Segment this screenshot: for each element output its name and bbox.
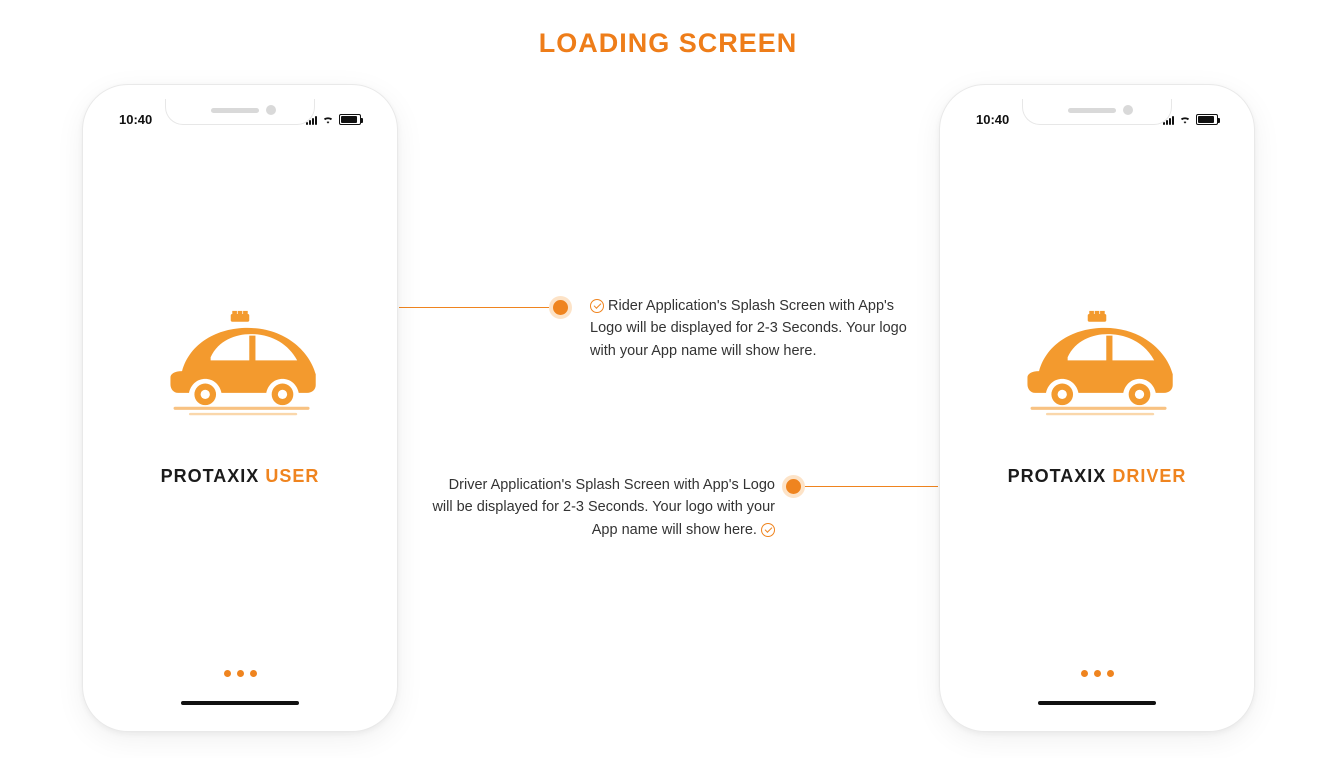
brand-user: PROTAXIX USER bbox=[161, 466, 320, 487]
callout-driver-text: Driver Application's Splash Screen with … bbox=[432, 477, 775, 538]
phone-driver: 10:40 bbox=[939, 84, 1255, 732]
callout-driver: Driver Application's Splash Screen with … bbox=[425, 474, 775, 541]
check-icon bbox=[761, 523, 775, 537]
page-title: LOADING SCREEN bbox=[0, 28, 1336, 59]
taxi-icon bbox=[155, 310, 325, 420]
status-right bbox=[1163, 114, 1218, 125]
home-indicator bbox=[1038, 701, 1156, 705]
callout-marker-driver bbox=[782, 475, 805, 498]
brand-role: DRIVER bbox=[1112, 466, 1186, 486]
status-time: 10:40 bbox=[119, 112, 152, 127]
check-icon bbox=[590, 299, 604, 313]
brand-name: PROTAXIX bbox=[1008, 466, 1107, 486]
phone-user-screen: 10:40 bbox=[97, 99, 383, 717]
phone-user: 10:40 bbox=[82, 84, 398, 732]
phone-driver-screen: 10:40 bbox=[954, 99, 1240, 717]
status-right bbox=[306, 114, 361, 125]
battery-icon bbox=[1196, 114, 1218, 125]
loading-dots bbox=[954, 670, 1240, 677]
brand-role: USER bbox=[265, 466, 319, 486]
loading-dots bbox=[97, 670, 383, 677]
wifi-icon bbox=[1178, 114, 1192, 124]
home-indicator bbox=[181, 701, 299, 705]
splash-user: PROTAXIX USER bbox=[97, 99, 383, 717]
battery-icon bbox=[339, 114, 361, 125]
brand-name: PROTAXIX bbox=[161, 466, 260, 486]
callout-marker-rider bbox=[549, 296, 572, 319]
notch bbox=[165, 99, 315, 125]
brand-driver: PROTAXIX DRIVER bbox=[1008, 466, 1187, 487]
splash-driver: PROTAXIX DRIVER bbox=[954, 99, 1240, 717]
notch bbox=[1022, 99, 1172, 125]
callout-line-rider bbox=[399, 307, 550, 308]
wifi-icon bbox=[321, 114, 335, 124]
callout-line-driver bbox=[804, 486, 938, 487]
callout-rider: Rider Application's Splash Screen with A… bbox=[590, 295, 930, 362]
taxi-icon bbox=[1012, 310, 1182, 420]
status-time: 10:40 bbox=[976, 112, 1009, 127]
callout-rider-text: Rider Application's Splash Screen with A… bbox=[590, 298, 907, 359]
